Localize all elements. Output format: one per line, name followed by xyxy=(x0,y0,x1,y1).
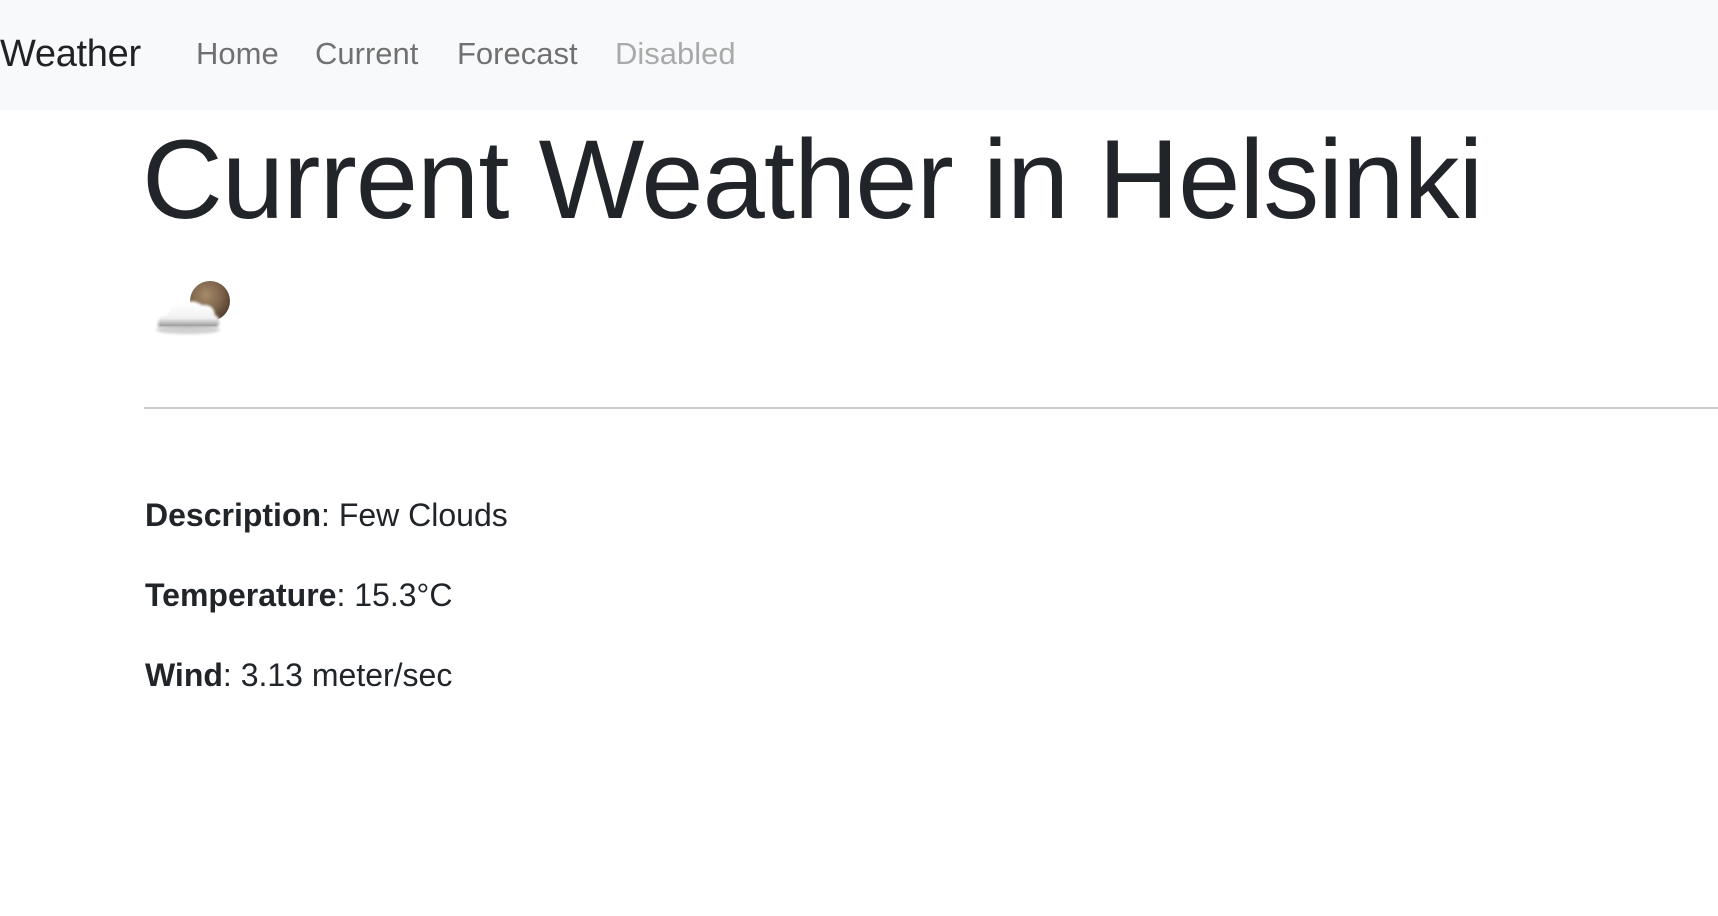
nav-link-home[interactable]: Home xyxy=(196,34,279,74)
temperature-label: Temperature xyxy=(145,577,337,613)
wind-separator: : xyxy=(222,657,232,693)
description-separator: : xyxy=(321,497,330,533)
wind-label: Wind xyxy=(145,657,223,693)
temperature-value: 15.3°C xyxy=(345,577,453,613)
description-value: Few Clouds xyxy=(329,497,508,533)
divider xyxy=(144,407,1718,409)
nav-link-disabled: Disabled xyxy=(615,36,736,71)
wind-row: Wind: 3.13 meter/sec xyxy=(145,654,452,696)
wind-value: 3.13 meter/sec xyxy=(231,657,453,693)
temperature-row: Temperature: 15.3°C xyxy=(145,574,452,616)
navbar-brand[interactable]: Weather xyxy=(0,30,141,78)
description-label: Description xyxy=(145,497,322,533)
page-title: Current Weather in Helsinki xyxy=(142,117,1483,242)
few-clouds-night-icon xyxy=(156,281,230,334)
nav-link-forecast[interactable]: Forecast xyxy=(457,34,578,74)
description-row: Description: Few Clouds xyxy=(145,494,508,536)
navbar: Weather Home Current Forecast Disabled xyxy=(0,0,1718,110)
nav-link-current[interactable]: Current xyxy=(315,34,418,74)
